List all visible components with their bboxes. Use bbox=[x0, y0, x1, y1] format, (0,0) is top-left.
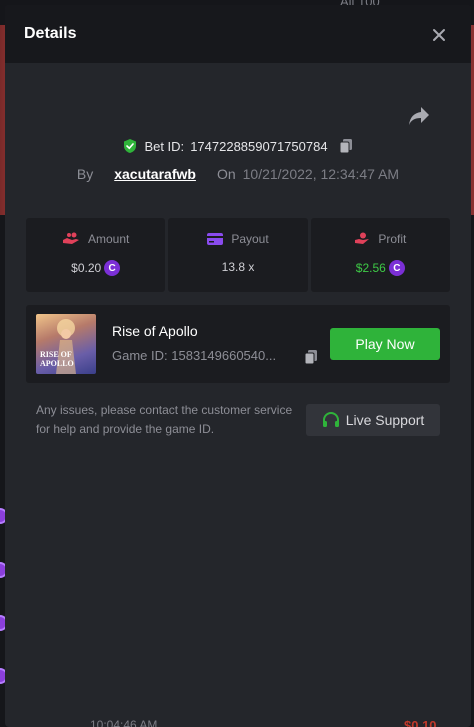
close-icon bbox=[433, 29, 445, 41]
stat-amount-value: $0.20 bbox=[71, 261, 102, 275]
copy-bet-id-icon[interactable] bbox=[338, 138, 354, 154]
game-id-label: Game ID: bbox=[112, 348, 168, 363]
close-button[interactable] bbox=[429, 25, 449, 45]
stat-profit: Profit $2.56 C bbox=[310, 218, 450, 292]
share-icon bbox=[409, 107, 429, 125]
details-modal: Details Bet ID: 1747228859071750784 By x… bbox=[5, 5, 471, 727]
live-support-button[interactable]: Live Support bbox=[306, 404, 440, 436]
copy-game-id-icon[interactable] bbox=[303, 349, 319, 365]
shield-check-icon bbox=[124, 139, 137, 153]
live-support-label: Live Support bbox=[345, 412, 425, 428]
currency-coin-icon: C bbox=[388, 260, 405, 276]
currency-coin-icon: C bbox=[104, 260, 121, 276]
bet-author-row: By xacutarafwb On 10/21/2022, 12:34:47 A… bbox=[5, 164, 471, 184]
thumbnail-title: RISE OF APOLLO bbox=[40, 350, 74, 368]
game-id: Game ID: 1583149660540... bbox=[112, 348, 308, 363]
stat-payout-label: Payout bbox=[231, 232, 269, 246]
headset-icon bbox=[322, 412, 339, 427]
stat-amount-label: Amount bbox=[87, 232, 130, 246]
game-thumbnail[interactable]: RISE OF APOLLO bbox=[36, 314, 96, 374]
background-row-time: 10:04:46 AM bbox=[90, 718, 158, 727]
support-message: Any issues, please contact the customer … bbox=[36, 403, 293, 436]
card-icon bbox=[207, 233, 224, 245]
bet-stats: Amount $0.20 C Payout 13.8 x Profit $2.5… bbox=[26, 218, 450, 292]
bet-id-row: Bet ID: 1747228859071750784 bbox=[5, 136, 471, 156]
hand-coins-icon bbox=[62, 232, 79, 244]
by-label: By bbox=[76, 166, 94, 182]
hand-money-icon bbox=[355, 232, 370, 244]
modal-header: Details bbox=[5, 5, 471, 63]
stat-profit-label: Profit bbox=[378, 232, 407, 246]
play-now-button[interactable]: Play Now bbox=[330, 328, 440, 360]
game-id-value: 1583149660540... bbox=[171, 348, 277, 363]
bet-date: 10/21/2022, 12:34:47 AM bbox=[242, 166, 400, 182]
stat-payout-value: 13.8 x bbox=[221, 260, 255, 274]
background-row-amount: $0.10 bbox=[404, 718, 437, 727]
game-name: Rise of Apollo bbox=[112, 323, 198, 339]
stat-amount: Amount $0.20 C bbox=[26, 218, 166, 292]
username-link[interactable]: xacutarafwb bbox=[114, 166, 196, 182]
game-card: RISE OF APOLLO Rise of Apollo Game ID: 1… bbox=[26, 305, 450, 383]
share-button[interactable] bbox=[407, 105, 431, 127]
stat-payout: Payout 13.8 x bbox=[168, 218, 308, 292]
stat-profit-value: $2.56 bbox=[355, 261, 386, 275]
bet-id-value: 1747228859071750784 bbox=[190, 138, 328, 154]
bet-id-label: Bet ID: bbox=[144, 138, 185, 154]
modal-title: Details bbox=[24, 25, 77, 42]
on-label: On bbox=[216, 166, 236, 182]
